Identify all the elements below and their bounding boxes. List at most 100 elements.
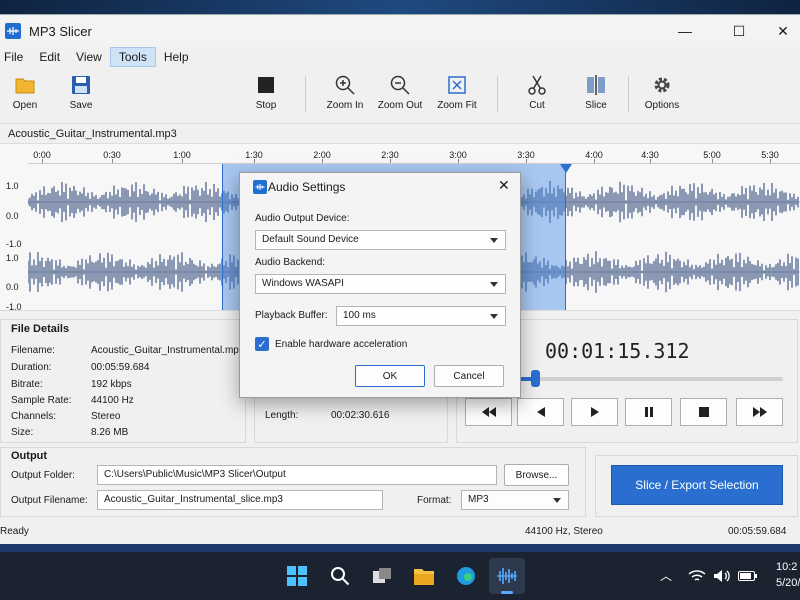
options-button[interactable]: Options — [645, 74, 679, 120]
menu-file[interactable]: File — [0, 48, 31, 66]
file-details-panel: File Details Filename: Acoustic_Guitar_I… — [0, 319, 246, 443]
clock-time[interactable]: 10:2 — [776, 561, 797, 573]
app-logo-icon — [5, 23, 21, 39]
stop-playback-button[interactable] — [680, 398, 727, 426]
play-backward-button[interactable] — [517, 398, 564, 426]
chevron-down-icon — [490, 238, 498, 243]
skip-forward-icon — [752, 407, 767, 417]
ruler-tick-mark — [458, 159, 459, 163]
playback-buffer-value: 100 ms — [343, 310, 376, 321]
mp3-slicer-app-icon — [497, 568, 517, 584]
search-icon[interactable] — [328, 564, 352, 588]
y-axis-label: 0.0 — [6, 211, 19, 221]
playback-buffer-dropdown[interactable]: 100 ms — [336, 306, 506, 326]
sample-rate-value: 44100 Hz — [91, 395, 134, 406]
skip-to-start-button[interactable] — [465, 398, 512, 426]
zoom-in-button[interactable]: Zoom In — [324, 74, 366, 120]
menu-tools[interactable]: Tools — [109, 47, 156, 67]
ruler-tick-mark — [594, 159, 595, 163]
open-label: Open — [12, 100, 38, 111]
toolbar: Open Save Stop Zoom In Zoom Out Zoom Fit… — [0, 68, 800, 124]
status-duration: 00:05:59.684 — [728, 526, 787, 537]
menu-edit[interactable]: Edit — [31, 48, 68, 66]
ruler-tick-mark — [112, 159, 113, 163]
battery-icon[interactable] — [738, 571, 758, 581]
hardware-acceleration-checkbox[interactable]: ✓ — [255, 337, 269, 351]
cut-label: Cut — [529, 100, 545, 111]
file-explorer-icon[interactable] — [412, 564, 436, 588]
time-ruler[interactable]: 0:00 0:30 1:00 1:30 2:00 2:30 3:00 3:30 4:00 4:30… — [28, 144, 800, 164]
taskbar: ︿ 10:2 5/20/ — [0, 552, 800, 600]
audio-backend-dropdown[interactable]: Windows WASAPI — [255, 274, 506, 294]
file-details-header: File Details — [11, 323, 70, 335]
ruler-tick-mark — [390, 159, 391, 163]
open-button[interactable]: Open — [10, 74, 40, 120]
stop-button[interactable]: Stop — [252, 74, 280, 120]
y-axis-label: -1.0 — [6, 302, 22, 312]
size-label: Size: — [11, 427, 34, 438]
bitrate-value: 192 kbps — [91, 379, 132, 390]
filename-value: Acoustic_Guitar_Instrumental.mp3 — [91, 345, 245, 356]
wifi-icon[interactable] — [688, 569, 706, 583]
output-folder-label: Output Folder: — [11, 470, 75, 481]
duration-value: 00:05:59.684 — [91, 362, 150, 373]
ruler-tick-mark — [322, 159, 323, 163]
pause-button[interactable] — [625, 398, 672, 426]
cancel-button[interactable]: Cancel — [434, 365, 504, 387]
browse-button[interactable]: Browse... — [504, 464, 569, 486]
output-folder-input[interactable]: C:\Users\Public\Music\MP3 Slicer\Output — [97, 465, 497, 485]
ok-button[interactable]: OK — [355, 365, 425, 387]
close-button[interactable]: ✕ — [760, 15, 800, 47]
ruler-tick-mark — [182, 159, 183, 163]
edge-browser-icon[interactable] — [454, 564, 478, 588]
maximize-button[interactable]: ☐ — [716, 15, 762, 47]
status-audio-format: 44100 Hz, Stereo — [525, 526, 603, 537]
zoom-out-label: Zoom Out — [377, 100, 423, 111]
scissors-icon — [528, 75, 546, 95]
selection-end-marker-icon[interactable] — [560, 164, 572, 174]
output-filename-label: Output Filename: — [11, 495, 88, 506]
status-text: Ready — [0, 526, 29, 537]
task-view-icon[interactable] — [370, 564, 394, 588]
show-hidden-icons-icon[interactable]: ︿ — [660, 567, 672, 584]
dialog-close-icon[interactable]: ✕ — [498, 177, 510, 194]
volume-icon[interactable] — [713, 569, 731, 583]
save-button[interactable]: Save — [66, 74, 96, 120]
playback-time: 00:01:15.312 — [545, 339, 690, 363]
skip-to-end-button[interactable] — [736, 398, 783, 426]
output-filename-input[interactable]: Acoustic_Guitar_Instrumental_slice.mp3 — [97, 490, 383, 510]
play-button[interactable] — [571, 398, 618, 426]
output-device-dropdown[interactable]: Default Sound Device — [255, 230, 506, 250]
waveform-filename: Acoustic_Guitar_Instrumental.mp3 — [8, 128, 177, 140]
playback-buffer-label: Playback Buffer: — [255, 310, 328, 321]
ruler-tick-mark — [526, 159, 527, 163]
windows-start-icon[interactable] — [285, 564, 309, 588]
pause-icon — [644, 407, 653, 417]
minimize-button[interactable]: — — [662, 15, 708, 47]
filename-label: Filename: — [11, 345, 55, 356]
gear-icon — [654, 77, 670, 93]
menu-view[interactable]: View — [68, 48, 110, 66]
cut-button[interactable]: Cut — [523, 74, 551, 120]
format-dropdown[interactable]: MP3 — [461, 490, 569, 510]
menu-help[interactable]: Help — [156, 48, 197, 66]
desktop-background — [0, 0, 800, 14]
format-label: Format: — [417, 495, 452, 506]
zoom-out-button[interactable]: Zoom Out — [376, 74, 424, 120]
slice-label: Slice — [585, 100, 607, 111]
slice-export-button[interactable]: Slice / Export Selection — [611, 465, 783, 505]
play-backward-icon — [536, 407, 545, 417]
mp3-slicer-taskbar-button[interactable] — [489, 558, 525, 594]
toolbar-separator — [305, 76, 306, 112]
slice-button[interactable]: Slice — [582, 74, 610, 120]
zoom-fit-button[interactable]: Zoom Fit — [435, 74, 479, 120]
floppy-disk-icon — [72, 76, 90, 94]
clock-date[interactable]: 5/20/ — [776, 577, 800, 589]
output-panel: Output Output Folder: C:\Users\Public\Mu… — [0, 447, 586, 517]
stop-icon — [258, 77, 274, 93]
audio-backend-label: Audio Backend: — [255, 257, 326, 268]
length-label: Length: — [265, 410, 299, 421]
hardware-acceleration-label: Enable hardware acceleration — [275, 339, 408, 350]
y-axis-label: 1.0 — [6, 181, 19, 191]
slider-thumb[interactable] — [530, 370, 540, 387]
